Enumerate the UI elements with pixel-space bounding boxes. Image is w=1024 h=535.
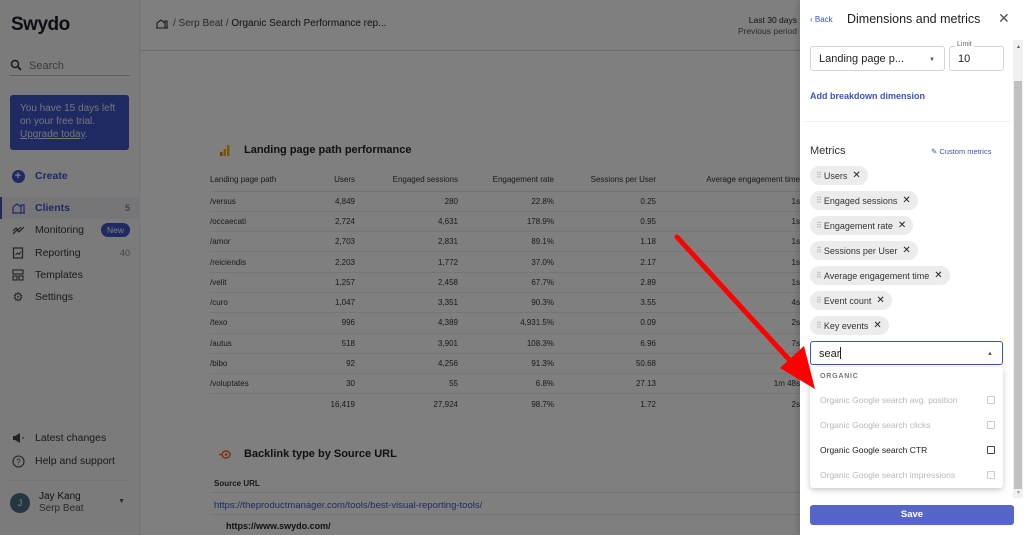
dropdown-option[interactable]: Organic Google search CTR [820, 445, 995, 455]
metric-chip[interactable]: ⠿ Engaged sessions ✕ [810, 191, 918, 210]
scrollbar-thumb[interactable] [1014, 81, 1022, 489]
metric-chip[interactable]: ⠿ Sessions per User ✕ [810, 241, 918, 260]
metric-chip-label: Key events [823, 320, 869, 331]
remove-metric-icon[interactable]: ✕ [873, 320, 881, 331]
metrics-label: Metrics [810, 145, 846, 157]
back-button[interactable]: ‹ Back [810, 15, 833, 24]
limit-label: Limit [955, 41, 974, 48]
checkbox [987, 396, 995, 404]
metric-chip-label: Users [823, 170, 848, 181]
panel-title: Dimensions and metrics [847, 12, 981, 26]
modal-backdrop[interactable] [0, 0, 800, 535]
remove-metric-icon[interactable]: ✕ [898, 220, 906, 231]
dropdown-option-label: Organic Google search clicks [820, 420, 931, 430]
remove-metric-icon[interactable]: ✕ [876, 295, 884, 306]
remove-metric-icon[interactable]: ✕ [852, 170, 860, 181]
limit-input[interactable]: 10 [949, 46, 1004, 71]
scrollbar[interactable]: ▲ ▼ [1013, 40, 1023, 498]
divider [805, 121, 1010, 122]
custom-metrics-link[interactable]: ✎ Custom metrics [931, 147, 991, 156]
drag-handle-icon[interactable]: ⠿ [816, 321, 822, 330]
caret-up-icon: ▲ [987, 351, 993, 357]
remove-metric-icon[interactable]: ✕ [902, 245, 910, 256]
metric-chip[interactable]: ⠿ Average engagement time ✕ [810, 266, 950, 285]
dropdown-option: Organic Google search avg. position [820, 395, 995, 405]
caret-down-icon: ▼ [929, 57, 935, 63]
panel-header: ‹ Back Dimensions and metrics ✕ [800, 0, 1024, 40]
checkbox [987, 471, 995, 479]
metric-chip-label: Average engagement time [823, 270, 930, 281]
metric-chip-label: Engagement rate [823, 220, 893, 231]
metric-chip-label: Event count [823, 295, 872, 306]
metric-dropdown: ORGANIC Organic Google search avg. posit… [810, 367, 1003, 488]
close-icon[interactable]: ✕ [998, 11, 1010, 25]
metric-search-input[interactable]: sear ▲ [810, 341, 1003, 365]
metric-chip[interactable]: ⠿ Users ✕ [810, 166, 868, 185]
dimension-select[interactable]: Landing page p... ▼ [810, 46, 945, 71]
checkbox [987, 421, 995, 429]
metric-chip-label: Sessions per User [823, 245, 898, 256]
save-button[interactable]: Save [810, 505, 1014, 525]
dropdown-option: Organic Google search clicks [820, 420, 995, 430]
drag-handle-icon[interactable]: ⠿ [816, 196, 822, 205]
drag-handle-icon[interactable]: ⠿ [816, 221, 822, 230]
metric-chip[interactable]: ⠿ Key events ✕ [810, 316, 889, 335]
remove-metric-icon[interactable]: ✕ [934, 270, 942, 281]
metric-chip-label: Engaged sessions [823, 195, 898, 206]
add-breakdown-link[interactable]: Add breakdown dimension [810, 91, 925, 101]
dropdown-option-label: Organic Google search avg. position [820, 395, 958, 405]
drag-handle-icon[interactable]: ⠿ [816, 171, 822, 180]
drag-handle-icon[interactable]: ⠿ [816, 246, 822, 255]
dimensions-metrics-panel: ‹ Back Dimensions and metrics ✕ Landing … [800, 0, 1024, 535]
dropdown-option-label: Organic Google search impressions [820, 470, 956, 480]
scroll-up-icon[interactable]: ▲ [1016, 44, 1021, 50]
scroll-down-icon[interactable]: ▼ [1016, 490, 1021, 496]
dropdown-option-label: Organic Google search CTR [820, 445, 928, 455]
metric-chip[interactable]: ⠿ Engagement rate ✕ [810, 216, 914, 235]
dropdown-option: Organic Google search impressions [820, 470, 995, 480]
metric-chip[interactable]: ⠿ Event count ✕ [810, 291, 892, 310]
checkbox[interactable] [987, 446, 995, 454]
text-cursor [840, 347, 842, 359]
remove-metric-icon[interactable]: ✕ [902, 195, 910, 206]
drag-handle-icon[interactable]: ⠿ [816, 296, 822, 305]
dropdown-group-label: ORGANIC [820, 373, 859, 380]
drag-handle-icon[interactable]: ⠿ [816, 271, 822, 280]
